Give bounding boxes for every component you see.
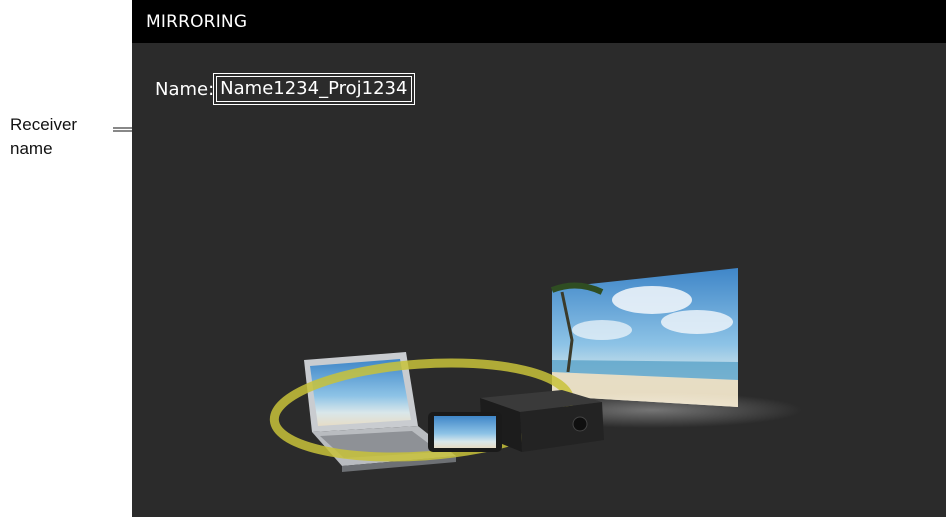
callout-line2: name (10, 139, 53, 158)
mirroring-screen: MIRRORING Name: Name1234_Proj1234 (132, 0, 946, 517)
mirroring-illustration (269, 268, 802, 472)
receiver-name-callout: Receiver name (10, 113, 77, 161)
callout-line1: Receiver (10, 115, 78, 134)
smartphone (428, 412, 502, 452)
